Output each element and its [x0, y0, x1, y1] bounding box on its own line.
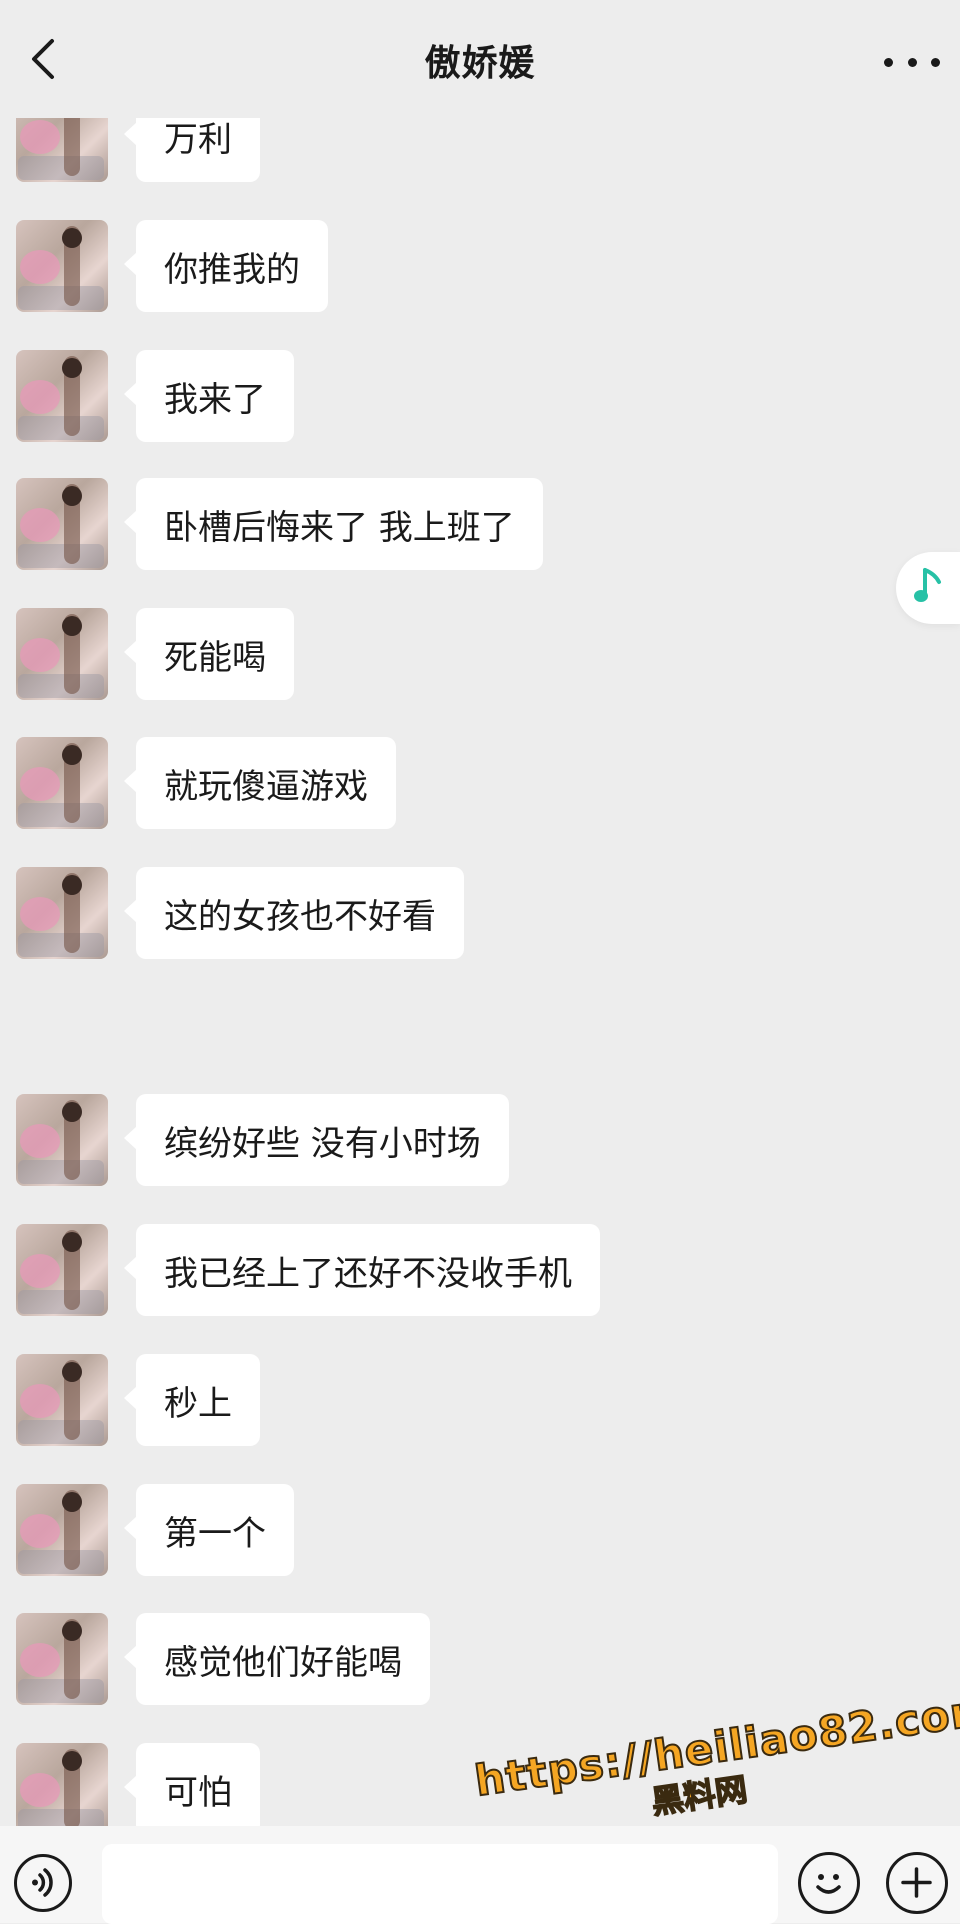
avatar[interactable]	[16, 478, 108, 570]
message-bubble[interactable]: 卧槽后悔来了 我上班了	[124, 478, 543, 570]
avatar[interactable]	[16, 220, 108, 312]
message-bubble[interactable]: 我已经上了还好不没收手机	[124, 1224, 600, 1316]
message-bubble[interactable]: 可怕	[124, 1743, 260, 1835]
chat-message: 就玩傻逼游戏	[16, 737, 396, 829]
chat-title: 傲娇媛	[424, 43, 536, 84]
chat-message: 感觉他们好能喝	[16, 1613, 430, 1705]
avatar[interactable]	[16, 1224, 108, 1316]
chat-message: 第一个	[16, 1484, 294, 1576]
chat-message: 缤纷好些 没有小时场	[16, 1094, 509, 1186]
message-bubble[interactable]: 这的女孩也不好看	[124, 867, 464, 959]
message-bubble[interactable]: 你推我的	[124, 220, 328, 312]
avatar[interactable]	[16, 1743, 108, 1835]
message-bubble[interactable]: 就玩傻逼游戏	[124, 737, 396, 829]
message-input[interactable]	[102, 1844, 778, 1924]
avatar[interactable]	[16, 1354, 108, 1446]
music-note-icon	[913, 566, 943, 610]
chat-message-list[interactable]: 万利 你推我的 我来了 卧槽后悔来了 我上班了 死能喝 就玩傻逼游戏 这的女孩也…	[0, 0, 960, 1923]
more-button[interactable]	[884, 44, 940, 80]
chat-header: 傲娇媛	[0, 0, 960, 118]
avatar[interactable]	[16, 867, 108, 959]
message-bubble[interactable]: 我来了	[124, 350, 294, 442]
chat-message: 死能喝	[16, 608, 294, 700]
input-toolbar	[0, 1826, 960, 1924]
message-bubble[interactable]: 秒上	[124, 1354, 260, 1446]
chat-message: 可怕	[16, 1743, 260, 1835]
more-dots-icon	[884, 57, 893, 67]
chat-message: 卧槽后悔来了 我上班了	[16, 478, 543, 570]
avatar[interactable]	[16, 1094, 108, 1186]
chat-message: 我来了	[16, 350, 294, 442]
avatar[interactable]	[16, 1484, 108, 1576]
message-bubble[interactable]: 第一个	[124, 1484, 294, 1576]
message-bubble[interactable]: 缤纷好些 没有小时场	[124, 1094, 509, 1186]
plus-button[interactable]	[886, 1852, 948, 1914]
avatar[interactable]	[16, 737, 108, 829]
chat-message: 秒上	[16, 1354, 260, 1446]
voice-button[interactable]	[14, 1854, 72, 1912]
emoji-button[interactable]	[798, 1852, 860, 1914]
message-bubble[interactable]: 感觉他们好能喝	[124, 1613, 430, 1705]
chat-message: 你推我的	[16, 220, 328, 312]
message-bubble[interactable]: 死能喝	[124, 608, 294, 700]
chat-message: 我已经上了还好不没收手机	[16, 1224, 600, 1316]
avatar[interactable]	[16, 350, 108, 442]
avatar[interactable]	[16, 1613, 108, 1705]
avatar[interactable]	[16, 608, 108, 700]
floating-music-button[interactable]	[896, 552, 960, 624]
chat-message: 这的女孩也不好看	[16, 867, 464, 959]
